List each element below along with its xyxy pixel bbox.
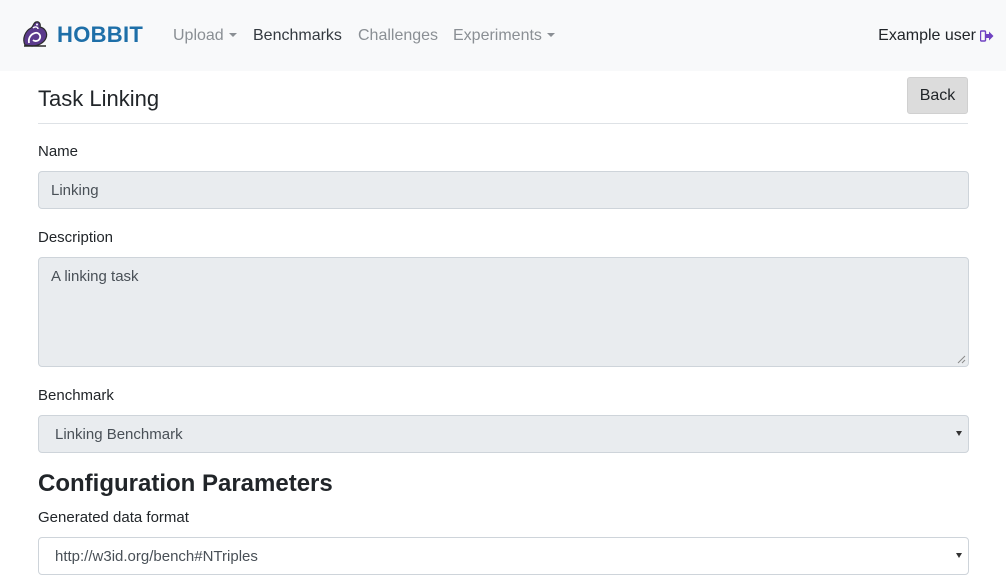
dropdown-arrow-icon	[956, 431, 962, 436]
user-menu[interactable]: Example user	[878, 26, 994, 46]
nav-upload-label: Upload	[173, 27, 224, 44]
chevron-down-icon	[228, 33, 237, 37]
description-label: Description	[38, 229, 114, 246]
nav-benchmarks[interactable]: Benchmarks	[253, 26, 342, 46]
description-field[interactable]: A linking task	[38, 257, 969, 367]
configuration-parameters-heading: Configuration Parameters	[38, 470, 333, 497]
name-field[interactable]: Linking	[38, 171, 969, 209]
chevron-down-icon	[546, 33, 555, 37]
hobbit-logo-icon	[23, 21, 48, 47]
nav-challenges[interactable]: Challenges	[358, 26, 438, 46]
user-name: Example user	[878, 27, 976, 44]
top-navbar: HOBBIT Upload Benchmarks Challenges Expe…	[0, 0, 1006, 71]
nav-experiments-label: Experiments	[453, 27, 542, 44]
dropdown-arrow-icon	[956, 553, 962, 558]
data-format-select[interactable]: http://w3id.org/bench#NTriples	[38, 537, 969, 575]
nav-challenges-label: Challenges	[358, 27, 439, 44]
name-value: Linking	[51, 182, 99, 199]
title-divider	[38, 123, 968, 124]
data-format-selected-value: http://w3id.org/bench#NTriples	[55, 548, 258, 565]
brand-name: HOBBIT	[57, 22, 144, 47]
sign-out-icon[interactable]	[980, 30, 994, 42]
resize-handle-icon[interactable]	[957, 355, 966, 364]
back-button[interactable]: Back	[907, 77, 968, 114]
description-value: A linking task	[51, 268, 139, 285]
nav-experiments-dropdown[interactable]: Experiments	[453, 26, 555, 46]
benchmark-selected-value: Linking Benchmark	[55, 426, 183, 443]
nav-upload-dropdown[interactable]: Upload	[173, 26, 237, 46]
nav-benchmarks-label: Benchmarks	[253, 27, 342, 44]
name-label: Name	[38, 143, 79, 160]
data-format-label: Generated data format	[38, 509, 189, 526]
page-title: Task Linking	[38, 86, 160, 111]
benchmark-select[interactable]: Linking Benchmark	[38, 415, 969, 453]
brand-link[interactable]: HOBBIT	[19, 18, 143, 52]
benchmark-label: Benchmark	[38, 387, 114, 404]
